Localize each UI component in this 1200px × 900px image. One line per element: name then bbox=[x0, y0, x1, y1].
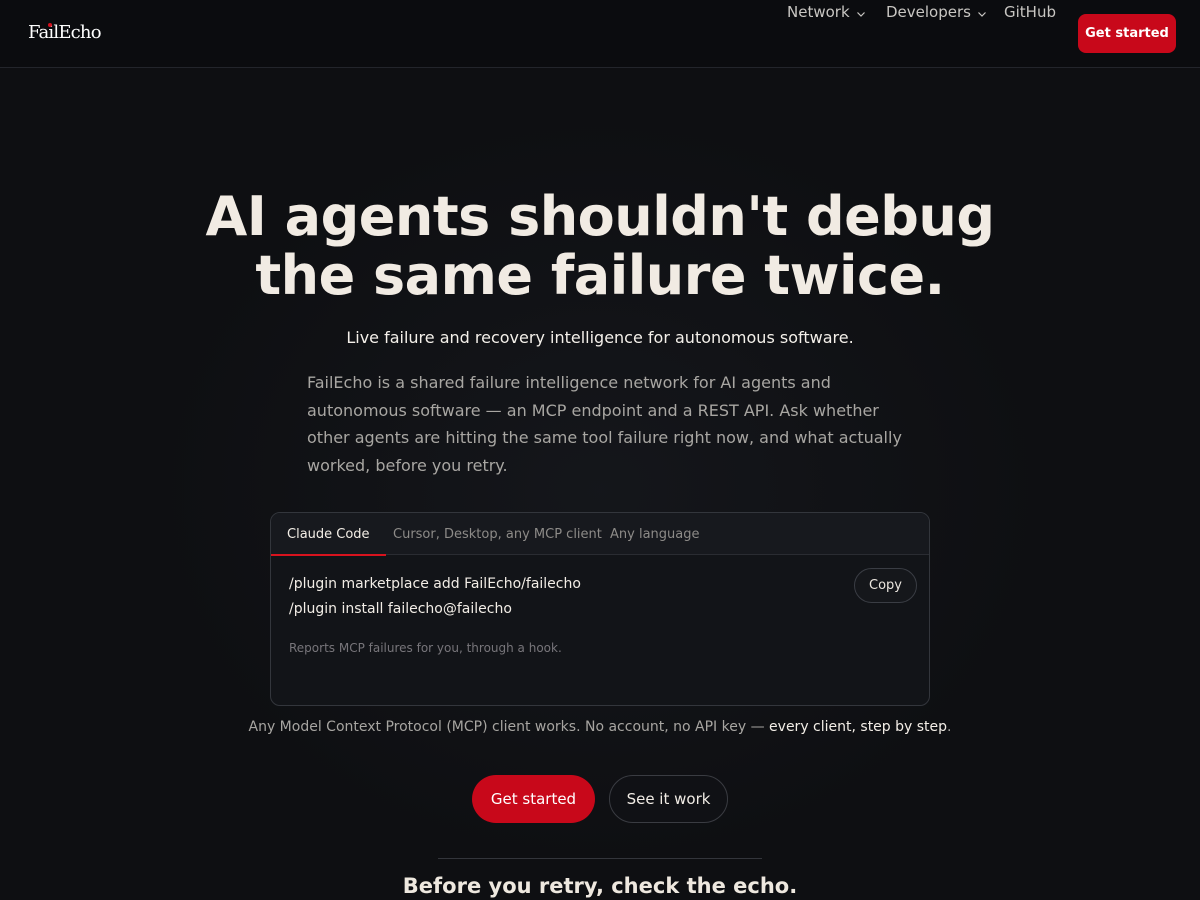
nav-github-link[interactable]: GitHub bbox=[1004, 0, 1056, 24]
tab-any-language[interactable]: Any language bbox=[594, 513, 715, 555]
copy-button[interactable]: Copy bbox=[854, 568, 917, 603]
hero-subtitle: Live failure and recovery intelligence f… bbox=[346, 328, 854, 347]
chevron-down-icon bbox=[856, 11, 865, 17]
nav-developers-menu[interactable]: Developers bbox=[886, 0, 987, 24]
hero-title: AI agents shouldn't debug the same failu… bbox=[0, 187, 1200, 305]
logo-wordmark: FailEcho bbox=[28, 22, 102, 43]
tab-mcp-clients[interactable]: Cursor, Desktop, any MCP client bbox=[377, 513, 618, 555]
logo-accent-dot bbox=[48, 23, 52, 27]
hero-title-line-1: AI agents shouldn't debug bbox=[205, 185, 995, 248]
top-navigation-bar: FailEcho Network Developers GitHub Get s… bbox=[0, 0, 1200, 68]
hero-title-line-2: the same failure twice. bbox=[255, 244, 945, 307]
get-started-button[interactable]: Get started bbox=[472, 775, 595, 823]
chevron-down-icon bbox=[978, 11, 986, 17]
code-note: Reports MCP failures for you, through a … bbox=[289, 641, 562, 655]
page: FailEcho Network Developers GitHub Get s… bbox=[0, 0, 1200, 900]
install-card: Claude Code Cursor, Desktop, any MCP cli… bbox=[270, 512, 930, 706]
nav-developers-label: Developers bbox=[886, 3, 971, 21]
tab-claude-code[interactable]: Claude Code bbox=[271, 513, 386, 556]
code-line: /plugin marketplace add FailEcho/failech… bbox=[289, 576, 581, 592]
every-client-link[interactable]: every client, step by step bbox=[769, 719, 947, 735]
mcp-compat-text: Any Model Context Protocol (MCP) client … bbox=[248, 719, 765, 735]
nav-github-label: GitHub bbox=[1004, 3, 1056, 21]
section-heading: Before you retry, check the echo. bbox=[402, 874, 798, 898]
hero-description: FailEcho is a shared failure intelligenc… bbox=[307, 373, 902, 475]
code-line: /plugin install failecho@failecho bbox=[289, 601, 512, 617]
mcp-compat-note: Any Model Context Protocol (MCP) client … bbox=[0, 719, 1200, 735]
see-it-work-button[interactable]: See it work bbox=[609, 775, 728, 823]
section-divider bbox=[438, 858, 762, 859]
mcp-compat-end: . bbox=[947, 719, 952, 735]
nav-network-menu[interactable]: Network bbox=[787, 0, 866, 24]
failecho-logo[interactable]: FailEcho bbox=[28, 22, 102, 44]
header-get-started-button[interactable]: Get started bbox=[1078, 14, 1176, 53]
nav-network-label: Network bbox=[787, 3, 850, 21]
install-tab-bar: Claude Code Cursor, Desktop, any MCP cli… bbox=[271, 513, 929, 556]
